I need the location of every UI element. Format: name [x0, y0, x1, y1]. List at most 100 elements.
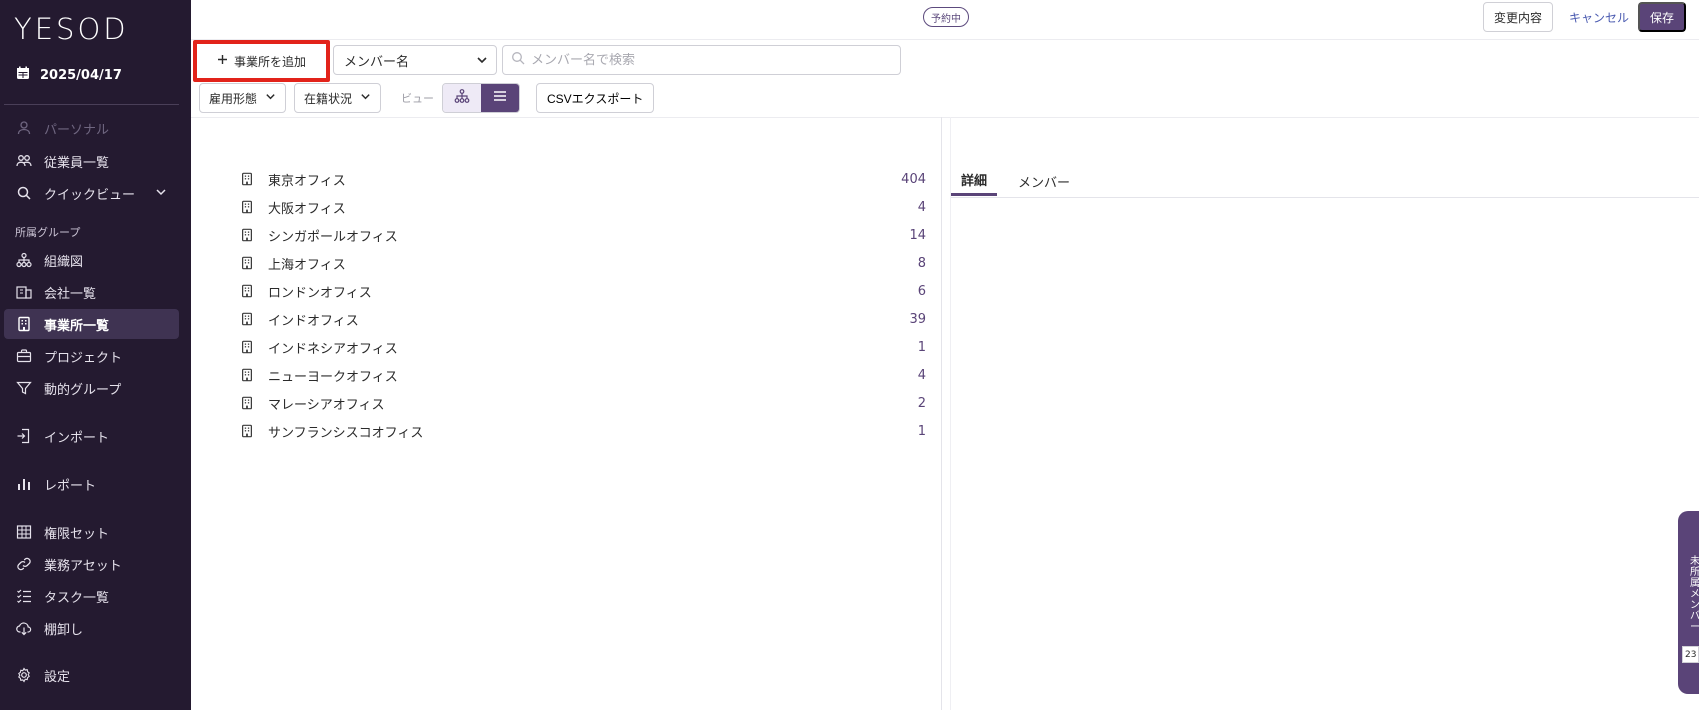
grid-icon — [16, 524, 32, 540]
tabs-underline — [951, 197, 1699, 198]
sidebar-item-settings[interactable]: 設定 — [4, 660, 179, 690]
chevron-down-icon — [360, 91, 371, 105]
sidebar-item-companies[interactable]: 会社一覧 — [4, 277, 179, 307]
sidebar-item-org-chart[interactable]: 組織図 — [4, 245, 179, 275]
app-root: YESOD 2025/04/17 パーソナル 従業員一覧 クイックビュー 所属グ… — [0, 0, 1699, 710]
sidebar-divider — [4, 104, 179, 105]
filter-icon — [16, 380, 32, 396]
sidebar-item-personal[interactable]: パーソナル — [4, 113, 179, 143]
sidebar-item-label: レポート — [44, 478, 97, 494]
sidebar-item-reports[interactable]: レポート — [4, 469, 179, 499]
org-chart-icon — [454, 88, 470, 108]
sidebar-item-label: 会社一覧 — [44, 286, 97, 302]
sidebar-item-label: 権限セット — [44, 526, 110, 542]
building-icon — [240, 200, 254, 214]
sidebar-item-inventory[interactable]: 棚卸し — [4, 613, 179, 643]
building-icon — [240, 284, 254, 298]
changes-button[interactable]: 変更内容 — [1483, 2, 1554, 32]
office-name: インドネシアオフィス — [268, 341, 398, 357]
add-office-button[interactable]: 事業所を追加 — [201, 47, 322, 75]
cancel-button[interactable]: キャンセル — [1569, 2, 1629, 32]
office-name: インドオフィス — [268, 313, 359, 329]
list-item[interactable]: ロンドンオフィス 6 — [240, 277, 926, 305]
tab-details[interactable]: 詳細 — [951, 166, 998, 196]
app-logo: YESOD — [14, 12, 129, 46]
sidebar-item-offices[interactable]: 事業所一覧 — [4, 309, 179, 339]
sidebar-item-projects[interactable]: プロジェクト — [4, 341, 179, 371]
bar-chart-icon — [16, 476, 32, 492]
list-view-button[interactable] — [481, 84, 519, 112]
sidebar-item-tasks[interactable]: タスク一覧 — [4, 581, 179, 611]
sidebar-item-business-assets[interactable]: 業務アセット — [4, 549, 179, 579]
sidebar-item-label: 事業所一覧 — [44, 318, 110, 334]
date-selector[interactable]: 2025/04/17 — [16, 66, 122, 84]
sidebar-item-label: プロジェクト — [44, 350, 123, 366]
list-item[interactable]: サンフランシスコオフィス 1 — [240, 417, 926, 445]
link-icon — [16, 556, 32, 572]
list-item[interactable]: 大阪オフィス 4 — [240, 193, 926, 221]
building-icon — [240, 256, 254, 270]
enrollment-status-filter[interactable]: 在籍状況 — [294, 83, 382, 113]
add-office-highlight: 事業所を追加 — [193, 40, 330, 82]
list-item[interactable]: 東京オフィス 404 — [240, 165, 926, 193]
checklist-icon — [16, 588, 32, 604]
filter-label: 雇用形態 — [209, 91, 258, 106]
current-date: 2025/04/17 — [40, 67, 122, 83]
sidebar-item-label: パーソナル — [44, 122, 110, 138]
tree-view-button[interactable] — [443, 84, 481, 112]
list-item[interactable]: 上海オフィス 8 — [240, 249, 926, 277]
building-icon — [240, 172, 254, 186]
list-item[interactable]: インドオフィス 39 — [240, 305, 926, 333]
list-item[interactable]: ニューヨークオフィス 4 — [240, 361, 926, 389]
office-member-count: 1 — [917, 423, 926, 439]
org-chart-icon — [16, 252, 32, 268]
list-item[interactable]: シンガポールオフィス 14 — [240, 221, 926, 249]
search-field-select-value: メンバー名 — [344, 54, 410, 70]
office-member-count: 14 — [909, 227, 926, 243]
search-input[interactable] — [531, 52, 871, 68]
sidebar-item-permission-sets[interactable]: 権限セット — [4, 517, 179, 547]
office-member-count: 1 — [917, 339, 926, 355]
list-item[interactable]: マレーシアオフィス 2 — [240, 389, 926, 417]
building-icon — [240, 424, 254, 438]
sidebar: YESOD 2025/04/17 パーソナル 従業員一覧 クイックビュー 所属グ… — [0, 0, 191, 710]
member-search[interactable] — [502, 45, 901, 75]
chevron-down-icon[interactable] — [155, 186, 167, 202]
tab-members[interactable]: メンバー — [1008, 166, 1080, 196]
office-member-count: 4 — [917, 367, 926, 383]
sidebar-item-label: インポート — [44, 430, 110, 446]
building-icon — [240, 312, 254, 326]
save-button[interactable]: 保存 — [1638, 2, 1687, 32]
office-member-count: 6 — [917, 283, 926, 299]
sidebar-item-label: 組織図 — [44, 254, 84, 270]
sidebar-item-import[interactable]: インポート — [4, 421, 179, 451]
view-toggle — [442, 83, 520, 113]
company-icon — [16, 284, 32, 300]
calendar-icon — [16, 66, 30, 84]
list-icon — [492, 88, 508, 108]
gear-icon — [16, 667, 32, 683]
panel-divider-edge — [950, 117, 951, 710]
view-label: ビュー — [401, 92, 434, 105]
unassigned-members-label: 未所属メンバー — [1690, 556, 1699, 633]
sidebar-item-dynamic-groups[interactable]: 動的グループ — [4, 373, 179, 403]
search-field-select[interactable]: メンバー名 — [333, 45, 497, 75]
building-icon — [240, 228, 254, 242]
sidebar-item-quickview[interactable]: クイックビュー — [4, 178, 179, 208]
office-name: シンガポールオフィス — [268, 229, 398, 245]
top-bar: 予約中 変更内容 キャンセル 保存 — [191, 0, 1699, 40]
sidebar-item-label: 動的グループ — [44, 382, 122, 398]
office-name: ロンドンオフィス — [268, 285, 372, 301]
chevron-down-icon — [265, 91, 276, 105]
employment-type-filter[interactable]: 雇用形態 — [199, 83, 287, 113]
office-member-count: 39 — [909, 311, 926, 327]
unassigned-members-count: 23 — [1682, 646, 1699, 663]
sidebar-item-employees[interactable]: 従業員一覧 — [4, 146, 179, 176]
building-icon — [240, 340, 254, 354]
sidebar-item-label: クイックビュー — [44, 187, 136, 203]
list-item[interactable]: インドネシアオフィス 1 — [240, 333, 926, 361]
office-name: 東京オフィス — [268, 173, 346, 189]
panel-divider[interactable] — [941, 117, 942, 710]
csv-export-button[interactable]: CSVエクスポート — [536, 83, 655, 113]
building-icon — [240, 368, 254, 382]
